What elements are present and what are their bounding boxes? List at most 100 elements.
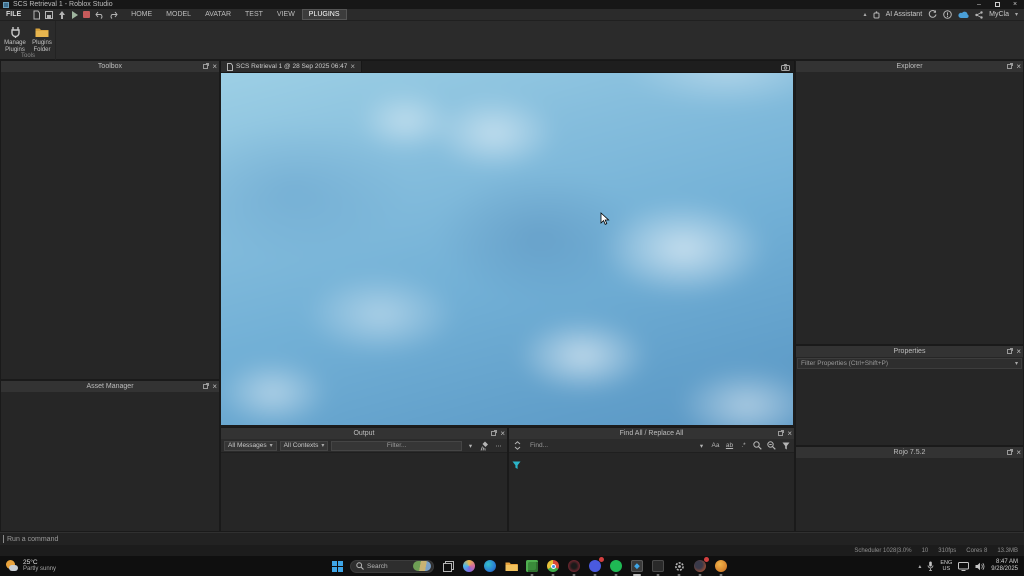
- find-input[interactable]: [526, 441, 693, 451]
- close-icon[interactable]: ×: [1016, 449, 1021, 457]
- tab-test[interactable]: TEST: [238, 9, 270, 20]
- tab-plugins[interactable]: PLUGINS: [302, 9, 347, 20]
- float-window-icon[interactable]: [491, 431, 496, 436]
- float-window-icon[interactable]: [203, 384, 208, 389]
- float-window-icon[interactable]: [1007, 450, 1012, 455]
- alert-icon[interactable]: [943, 10, 952, 19]
- tools-group: Manage Plugins Plugins Folder Tools: [0, 21, 56, 60]
- float-window-icon[interactable]: [1007, 64, 1012, 69]
- weather-condition: Partly sunny: [23, 566, 56, 573]
- context-dropdown[interactable]: All Contexts▾: [280, 441, 329, 451]
- device-cast-icon[interactable]: [958, 562, 969, 571]
- close-button[interactable]: ×: [1006, 0, 1024, 9]
- explorer-header[interactable]: Explorer ×: [796, 61, 1023, 72]
- float-window-icon[interactable]: [1007, 349, 1012, 354]
- sync-icon[interactable]: [928, 10, 937, 19]
- float-window-icon[interactable]: [203, 64, 208, 69]
- command-bar[interactable]: Run a command: [0, 532, 1024, 545]
- filter-dropdown-icon[interactable]: ▾: [465, 440, 476, 451]
- new-file-icon[interactable]: [33, 11, 40, 19]
- language-indicator[interactable]: ENG US: [940, 560, 952, 572]
- start-button[interactable]: [332, 561, 343, 572]
- tab-close-icon[interactable]: ×: [350, 62, 355, 71]
- ai-assistant-label[interactable]: AI Assistant: [886, 11, 923, 18]
- terminal-icon[interactable]: [651, 559, 665, 573]
- user-dropdown-icon[interactable]: ▾: [1015, 11, 1018, 18]
- weather-widget[interactable]: 25°C Partly sunny: [0, 559, 200, 573]
- task-view-icon[interactable]: [441, 559, 455, 573]
- output-header[interactable]: Output ×: [221, 428, 507, 439]
- properties-header[interactable]: Properties ×: [796, 346, 1023, 357]
- message-level-dropdown[interactable]: All Messages▾: [224, 441, 277, 451]
- properties-filter-input[interactable]: [798, 360, 1015, 367]
- file-menu-button[interactable]: FILE: [0, 11, 27, 18]
- undo-icon[interactable]: [95, 11, 104, 19]
- plugins-folder-button[interactable]: Plugins Folder: [29, 23, 55, 54]
- asset-manager-header[interactable]: Asset Manager ×: [1, 381, 219, 392]
- tab-model[interactable]: MODEL: [159, 9, 198, 20]
- collapse-ribbon-icon[interactable]: ▴: [864, 11, 867, 18]
- toolbox-header[interactable]: Toolbox ×: [1, 61, 219, 72]
- filter-results-icon[interactable]: [780, 440, 791, 451]
- clear-output-icon[interactable]: [479, 440, 490, 451]
- game-launcher-icon[interactable]: [714, 559, 728, 573]
- firefox-icon[interactable]: [693, 559, 707, 573]
- close-icon[interactable]: ×: [212, 63, 217, 71]
- minecraft-icon[interactable]: [525, 559, 539, 573]
- find-all-icon[interactable]: [752, 440, 763, 451]
- user-account-button[interactable]: MyCla: [989, 11, 1009, 18]
- hidden-icons-chevron[interactable]: ▴: [918, 563, 921, 570]
- maximize-button[interactable]: [988, 0, 1006, 9]
- close-icon[interactable]: ×: [1016, 348, 1021, 356]
- more-options-icon[interactable]: ⋯: [493, 440, 504, 451]
- 3d-viewport[interactable]: [221, 73, 793, 425]
- copilot-icon[interactable]: [462, 559, 476, 573]
- minimize-button[interactable]: –: [970, 0, 988, 9]
- toggle-replace-icon[interactable]: [512, 440, 523, 451]
- taskbar-search[interactable]: Search: [350, 560, 434, 573]
- close-icon[interactable]: ×: [787, 430, 792, 438]
- window-controls: – ×: [970, 0, 1024, 9]
- settings-icon[interactable]: [672, 559, 686, 573]
- share-icon[interactable]: [975, 11, 983, 19]
- tab-home[interactable]: HOME: [124, 9, 159, 20]
- play-icon[interactable]: [71, 11, 78, 19]
- match-case-icon[interactable]: Aa: [710, 440, 721, 451]
- save-icon[interactable]: [45, 11, 53, 19]
- app-icon: [3, 2, 9, 8]
- whole-word-icon[interactable]: ab: [724, 440, 735, 451]
- taskbar-clock[interactable]: 8:47 AM 9/28/2025: [991, 559, 1018, 573]
- close-icon[interactable]: ×: [1016, 63, 1021, 71]
- record-stop-icon[interactable]: [83, 11, 90, 18]
- opera-gx-icon[interactable]: [567, 559, 581, 573]
- roblox-studio-taskbar-icon[interactable]: ◆: [630, 559, 644, 573]
- tab-view[interactable]: VIEW: [270, 9, 302, 20]
- rojo-panel: Rojo 7.5.2 ×: [795, 446, 1024, 532]
- publish-icon[interactable]: [58, 11, 66, 19]
- mouse-cursor: [600, 212, 610, 226]
- find-dropdown-icon[interactable]: ▾: [696, 440, 707, 451]
- redo-icon[interactable]: [109, 11, 118, 19]
- output-filter-input[interactable]: [331, 441, 462, 451]
- chevron-down-icon[interactable]: ▾: [1015, 360, 1018, 367]
- cloud-sync-icon[interactable]: [958, 11, 969, 19]
- spotify-icon[interactable]: [609, 559, 623, 573]
- float-window-icon[interactable]: [778, 431, 783, 436]
- find-next-icon[interactable]: [766, 440, 777, 451]
- chrome-icon[interactable]: [546, 559, 560, 573]
- plugins-ribbon: Manage Plugins Plugins Folder Tools: [0, 21, 1024, 60]
- manage-plugins-button[interactable]: Manage Plugins: [2, 23, 28, 54]
- regex-icon[interactable]: .*: [738, 440, 749, 451]
- microphone-icon[interactable]: [927, 561, 934, 571]
- tab-avatar[interactable]: AVATAR: [198, 9, 238, 20]
- close-icon[interactable]: ×: [500, 430, 505, 438]
- place-document-tab[interactable]: SCS Retrieval 1 @ 28 Sep 2025 06:47 ×: [221, 61, 362, 72]
- search-scope-icon[interactable]: [512, 457, 521, 475]
- discord-icon[interactable]: [588, 559, 602, 573]
- find-header[interactable]: Find All / Replace All ×: [509, 428, 794, 439]
- edge-icon[interactable]: [483, 559, 497, 573]
- file-explorer-icon[interactable]: [504, 559, 518, 573]
- speaker-icon[interactable]: [975, 562, 985, 571]
- rojo-header[interactable]: Rojo 7.5.2 ×: [796, 447, 1023, 458]
- close-icon[interactable]: ×: [212, 383, 217, 391]
